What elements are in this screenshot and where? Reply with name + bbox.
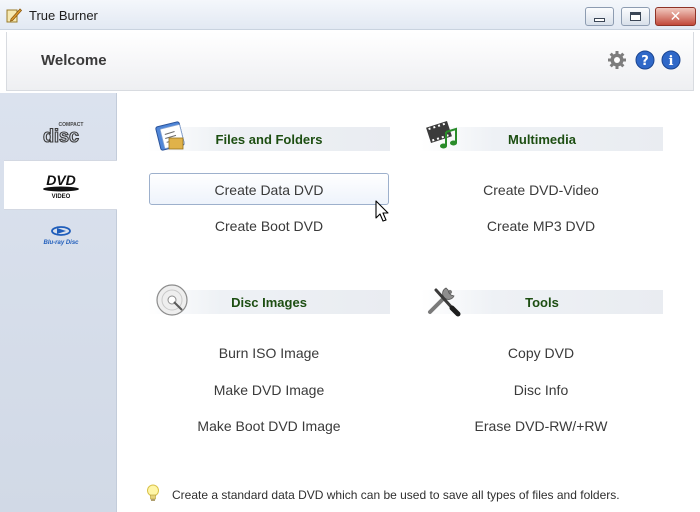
close-button[interactable]: ✕ <box>655 7 696 26</box>
create-data-dvd-button[interactable]: Create Data DVD <box>149 173 389 205</box>
maximize-button[interactable] <box>621 7 650 26</box>
dvd-video-logo: DVD VIDEO <box>42 172 79 200</box>
window-title: True Burner <box>29 8 98 23</box>
info-icon[interactable]: i <box>661 50 681 70</box>
svg-text:?: ? <box>641 54 649 69</box>
pen-icon <box>6 8 22 23</box>
film-music-icon <box>426 120 457 149</box>
page-title: Welcome <box>41 52 107 69</box>
disc-info-button[interactable]: Disc Info <box>421 373 661 405</box>
copy-dvd-button[interactable]: Copy DVD <box>421 336 661 368</box>
help-icon[interactable]: ? <box>635 50 655 70</box>
sidebar-item-cd[interactable]: COMPACT disc <box>4 106 117 160</box>
sidebar-item-dvd[interactable]: DVD VIDEO <box>4 160 117 210</box>
files-folders-icon <box>155 121 185 151</box>
main-content: Files and Folders Create Data DVD Create… <box>118 93 700 512</box>
close-icon: ✕ <box>669 8 682 25</box>
dvd-video-label: VIDEO <box>51 194 70 200</box>
dvd-label: DVD <box>46 172 76 188</box>
create-boot-dvd-button[interactable]: Create Boot DVD <box>149 209 389 241</box>
disc-image-icon <box>156 284 188 316</box>
compact-disc-logo: COMPACT disc <box>42 122 83 146</box>
minimize-button[interactable] <box>585 7 614 26</box>
disc-type-sidebar: COMPACT disc DVD VIDEO Blu-ray Disc <box>0 93 117 512</box>
burn-iso-image-button[interactable]: Burn ISO Image <box>149 336 389 368</box>
sidebar-item-bluray[interactable]: Blu-ray Disc <box>4 213 117 258</box>
minimize-icon <box>594 18 605 22</box>
make-dvd-image-button[interactable]: Make DVD Image <box>149 373 389 405</box>
tip-text: Create a standard data DVD which can be … <box>172 488 620 502</box>
cd-disc-label: disc <box>42 126 78 146</box>
blu-ray-logo: Blu-ray Disc <box>43 225 79 246</box>
mouse-cursor-icon <box>375 200 389 222</box>
create-mp3-dvd-button[interactable]: Create MP3 DVD <box>421 209 661 241</box>
erase-dvd-rw-button[interactable]: Erase DVD-RW/+RW <box>421 409 661 441</box>
make-boot-dvd-image-button[interactable]: Make Boot DVD Image <box>149 409 389 441</box>
tools-icon <box>428 287 461 317</box>
svg-text:i: i <box>669 54 674 69</box>
welcome-header: Welcome ? i <box>6 32 694 91</box>
bluray-label: Blu-ray Disc <box>43 240 79 246</box>
window-title-bar: True Burner ✕ <box>0 0 700 30</box>
gear-icon[interactable] <box>607 50 627 70</box>
create-dvd-video-button[interactable]: Create DVD-Video <box>421 173 661 205</box>
maximize-icon <box>630 12 641 21</box>
lightbulb-icon <box>147 484 159 501</box>
